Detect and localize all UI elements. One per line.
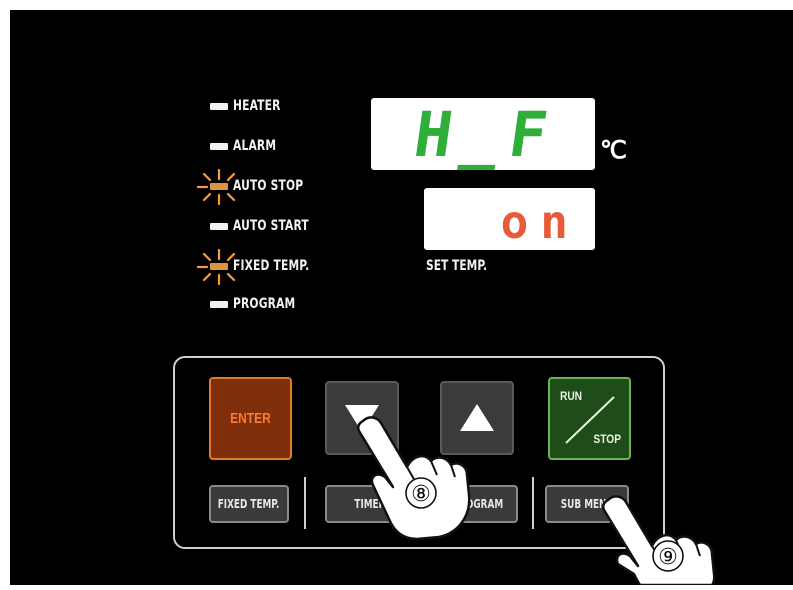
- fixed-temp-led: [196, 248, 236, 285]
- indicator-label: AUTO STOP: [233, 178, 304, 194]
- indicator-program: PROGRAM: [210, 294, 306, 314]
- stop-label: STOP: [592, 432, 621, 446]
- run-stop-button[interactable]: RUN STOP: [548, 377, 631, 460]
- set-display-value: on: [501, 195, 580, 249]
- temperature-unit: ℃: [600, 137, 627, 164]
- hand-pointer-step-9: ⑨: [600, 494, 735, 587]
- hand-pointer-step-8: ⑧: [355, 415, 475, 541]
- main-display: H_F: [371, 98, 595, 171]
- indicator-heater: HEATER: [210, 96, 289, 116]
- indicator-auto-start: AUTO START: [210, 216, 322, 236]
- auto-start-led: [210, 222, 228, 230]
- alarm-led: [210, 142, 228, 150]
- indicator-label: ALARM: [233, 138, 277, 154]
- step-number: ⑧: [411, 482, 431, 507]
- set-temp-label: SET TEMP.: [426, 258, 488, 274]
- main-display-readout: H_F: [410, 98, 562, 171]
- indicator-auto-stop: AUTO STOP: [196, 168, 316, 205]
- auto-stop-led: [196, 168, 236, 205]
- indicator-label: FIXED TEMP.: [233, 258, 310, 274]
- heater-led: [210, 102, 228, 110]
- step-number: ⑨: [658, 545, 678, 570]
- indicator-alarm: ALARM: [210, 136, 284, 156]
- indicator-fixed-temp: FIXED TEMP.: [196, 248, 323, 285]
- fixed-temp-label: FIXED TEMP.: [218, 497, 280, 511]
- indicator-label: AUTO START: [233, 218, 309, 234]
- pointing-hand-icon: ⑧: [356, 416, 471, 541]
- run-label: RUN: [559, 389, 583, 403]
- fixed-temp-button[interactable]: FIXED TEMP.: [209, 485, 289, 523]
- indicator-label: PROGRAM: [233, 296, 296, 312]
- set-display: on: [424, 188, 595, 250]
- main-display-value: H_F: [410, 98, 562, 170]
- program-led: [210, 300, 228, 308]
- key-divider: [532, 477, 534, 529]
- key-divider: [304, 477, 306, 529]
- enter-label: ENTER: [230, 410, 271, 427]
- pointing-hand-icon: ⑨: [601, 495, 716, 587]
- enter-button[interactable]: ENTER: [209, 377, 292, 460]
- indicator-label: HEATER: [233, 98, 281, 114]
- set-display-readout: on: [501, 195, 580, 249]
